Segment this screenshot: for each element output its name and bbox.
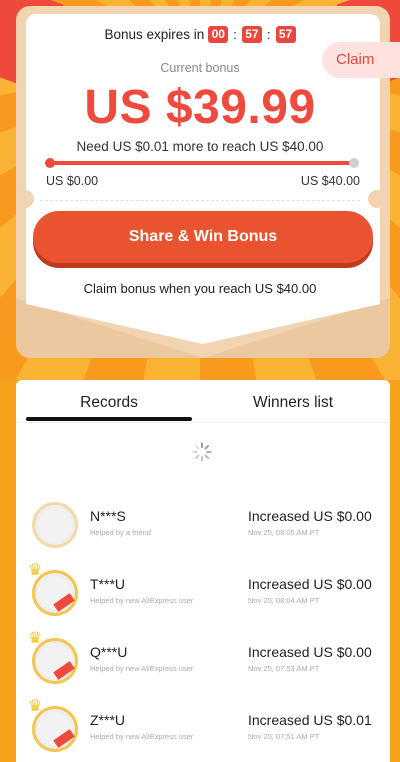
record-helper: Helped by new AliExpress user [90,664,194,673]
progress-start-dot [45,158,55,168]
bonus-need-text: Need US $0.01 more to reach US $40.00 [76,139,324,154]
record-username: N***S [90,508,126,524]
record-amount: Increased US $0.00 [248,644,372,660]
loading-spinner-icon [192,442,212,462]
progress-min-label: US $0.00 [46,174,99,188]
record-date: Nov 25, 08:04 AM PT [248,596,320,605]
timer-separator: : [233,27,237,42]
record-row: ♛ Z***U Helped by new AliExpress user In… [16,698,390,762]
bonus-amount: US $39.99 [84,81,316,134]
bonus-timer: Bonus expires in 00 : 57 : 57 [0,26,400,43]
ticket-notch-left [16,190,34,208]
record-username: Q***U [90,644,128,660]
record-helper: Helped by new AliExpress user [90,732,194,741]
tab-winners-list[interactable]: Winners list [206,394,380,412]
claim-condition-text: Claim bonus when you reach US $40.00 [83,281,317,296]
record-helper: Helped by a friend [90,528,151,537]
record-row: N***S Helped by a friend Increased US $0… [16,502,390,562]
active-tab-indicator [26,417,192,421]
record-username: T***U [90,576,126,592]
timer-hours: 00 [208,26,229,43]
progress-max-label: US $40.00 [300,174,360,188]
timer-separator: : [266,27,271,42]
avatar [32,502,78,548]
crown-icon: ♛ [28,562,43,579]
record-amount: Increased US $0.00 [248,576,372,592]
tabs-divider [16,422,390,423]
crown-icon: ♛ [28,630,43,647]
timer-seconds: 57 [275,26,296,43]
share-win-bonus-button[interactable]: Share & Win Bonus [33,211,373,263]
record-amount: Increased US $0.01 [248,712,372,728]
timer-minutes: 57 [241,26,262,43]
records-panel: Records Winners list N***S Helped by a f… [16,380,390,762]
records-tabs: Records Winners list [16,380,390,424]
record-row: ♛ Q***U Helped by new AliExpress user In… [16,630,390,698]
record-amount: Increased US $0.00 [248,508,372,524]
bonus-progress-bar [50,161,354,165]
progress-end-dot [349,158,359,168]
dashed-divider [40,200,360,201]
record-row: ♛ T***U Helped by new AliExpress user In… [16,562,390,630]
crown-icon: ♛ [28,698,43,715]
bonus-progress-fill [50,161,354,165]
timer-label: Bonus expires in [104,27,205,42]
record-helper: Helped by new AliExpress user [90,596,194,605]
record-date: Nov 25, 08:05 AM PT [248,528,320,537]
tab-records[interactable]: Records [26,394,192,412]
record-date: Nov 25, 07:51 AM PT [248,732,320,741]
record-date: Nov 25, 07:53 AM PT [248,664,320,673]
record-username: Z***U [90,712,126,728]
current-bonus-label: Current bonus [160,61,240,75]
ticket-notch-right [368,190,386,208]
